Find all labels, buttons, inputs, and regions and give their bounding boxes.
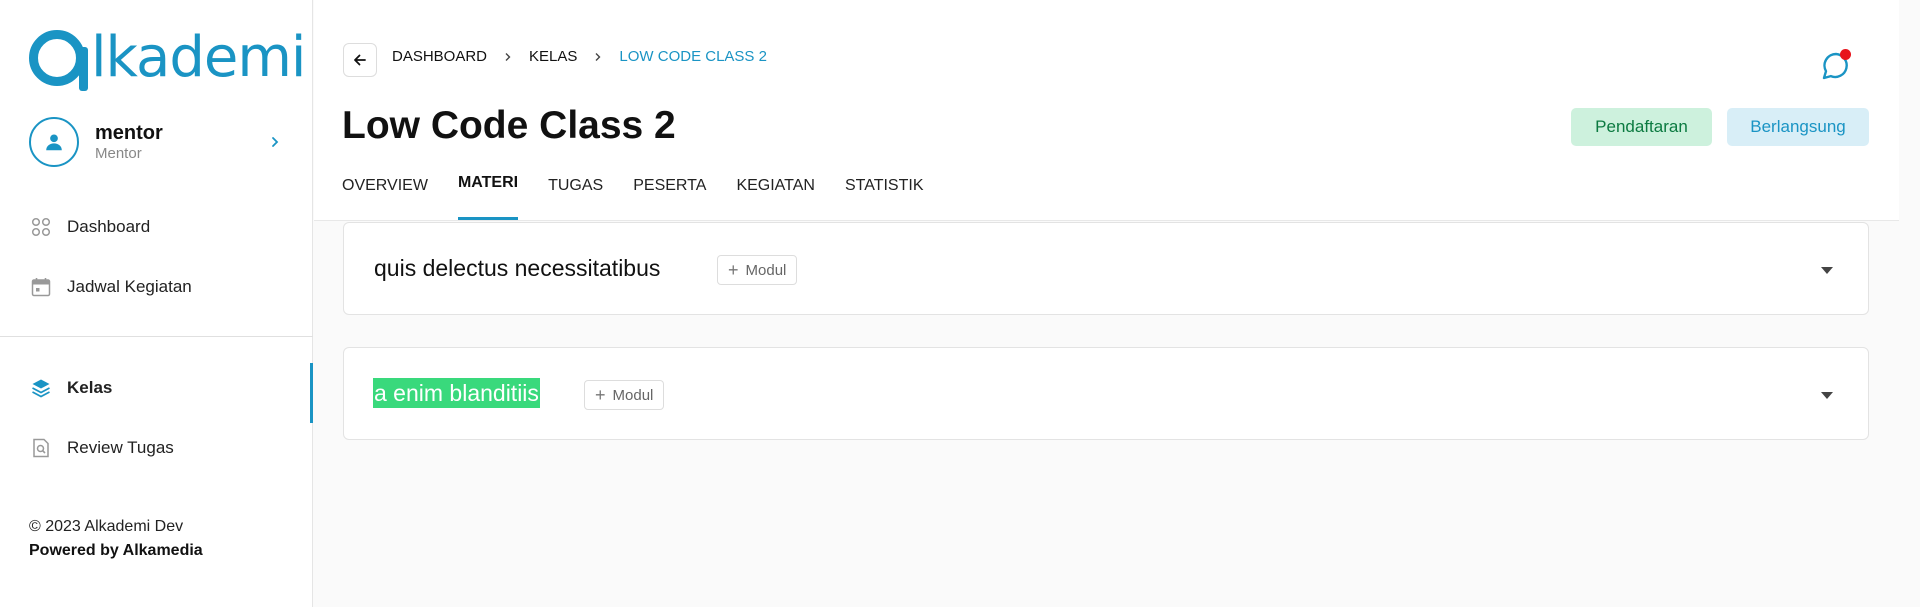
sidebar-item-review-tugas[interactable]: Review Tugas	[0, 423, 313, 473]
sidebar: lkademi mentor Mentor Dashboard Jadwal K…	[0, 0, 313, 607]
layers-icon	[30, 377, 52, 399]
breadcrumb: DASHBOARD KELAS LOW CODE CLASS 2	[392, 48, 767, 65]
sidebar-item-label: Review Tugas	[67, 438, 174, 457]
plus-icon: +	[595, 384, 606, 405]
sidebar-item-label: Jadwal Kegiatan	[67, 277, 192, 296]
arrow-left-icon	[354, 54, 366, 66]
logo-text: lkademi	[91, 25, 306, 90]
user-info: mentor Mentor	[95, 122, 265, 163]
user-role: Mentor	[95, 144, 142, 162]
section-title: quis delectus necessitatibus	[374, 255, 661, 281]
sidebar-item-label: Kelas	[67, 378, 113, 397]
tab-materi[interactable]: MATERI	[457, 168, 519, 220]
document-search-icon	[30, 437, 52, 459]
breadcrumb-dashboard[interactable]: DASHBOARD	[392, 48, 487, 65]
chevron-right-icon	[503, 52, 513, 62]
user-name: mentor	[95, 121, 163, 144]
user-icon	[46, 134, 62, 151]
add-modul-button[interactable]: + Modul	[717, 255, 798, 285]
sidebar-item-label: Dashboard	[67, 217, 151, 236]
tab-kegiatan[interactable]: KEGIATAN	[736, 168, 815, 220]
page-title: Low Code Class 2	[342, 104, 676, 147]
user-profile[interactable]: mentor Mentor	[29, 117, 285, 167]
powered-by-text: Powered by Alkamedia	[29, 542, 203, 559]
section-card[interactable]: a enim blanditiis + Modul	[343, 347, 1869, 440]
sidebar-item-dashboard[interactable]: Dashboard	[0, 202, 313, 252]
caret-down-icon[interactable]	[1819, 389, 1835, 401]
avatar	[29, 117, 79, 167]
app-logo[interactable]: lkademi	[29, 25, 306, 91]
tab-tugas[interactable]: TUGAS	[548, 168, 603, 220]
tab-peserta[interactable]: PESERTA	[633, 168, 706, 220]
section-card[interactable]: quis delectus necessitatibus + Modul	[343, 222, 1869, 315]
copyright-text: © 2023 Alkademi Dev	[29, 518, 184, 535]
logo-mark-icon	[29, 30, 88, 91]
breadcrumb-current: LOW CODE CLASS 2	[619, 48, 767, 65]
add-modul-button[interactable]: + Modul	[584, 380, 665, 410]
notification-dot	[1840, 49, 1851, 60]
plus-icon: +	[728, 259, 739, 280]
breadcrumb-kelas[interactable]: KELAS	[529, 48, 577, 65]
status-badge-pendaftaran: Pendaftaran	[1571, 108, 1712, 146]
add-modul-label: Modul	[612, 386, 654, 404]
chevron-right-icon	[593, 52, 603, 62]
tab-bar: OVERVIEW MATERI TUGAS PESERTA KEGIATAN S…	[342, 168, 954, 220]
chevron-right-icon[interactable]	[265, 132, 285, 152]
dashboard-icon	[30, 216, 52, 238]
section-title: a enim blanditiis	[373, 378, 540, 408]
tab-overview[interactable]: OVERVIEW	[342, 168, 428, 220]
sidebar-divider	[0, 336, 313, 337]
calendar-icon	[30, 276, 52, 298]
add-modul-label: Modul	[745, 261, 787, 279]
sidebar-item-jadwal-kegiatan[interactable]: Jadwal Kegiatan	[0, 262, 313, 312]
chat-button[interactable]	[1819, 48, 1853, 82]
sidebar-footer: © 2023 Alkademi Dev Powered by Alkamedia	[29, 515, 203, 563]
back-button[interactable]	[343, 43, 377, 77]
sidebar-item-kelas[interactable]: Kelas	[0, 363, 313, 423]
status-badge-berlangsung: Berlangsung	[1727, 108, 1869, 146]
caret-down-icon[interactable]	[1819, 264, 1835, 276]
tab-statistik[interactable]: STATISTIK	[845, 168, 924, 220]
page-header: DASHBOARD KELAS LOW CODE CLASS 2 Low Cod…	[314, 0, 1899, 221]
